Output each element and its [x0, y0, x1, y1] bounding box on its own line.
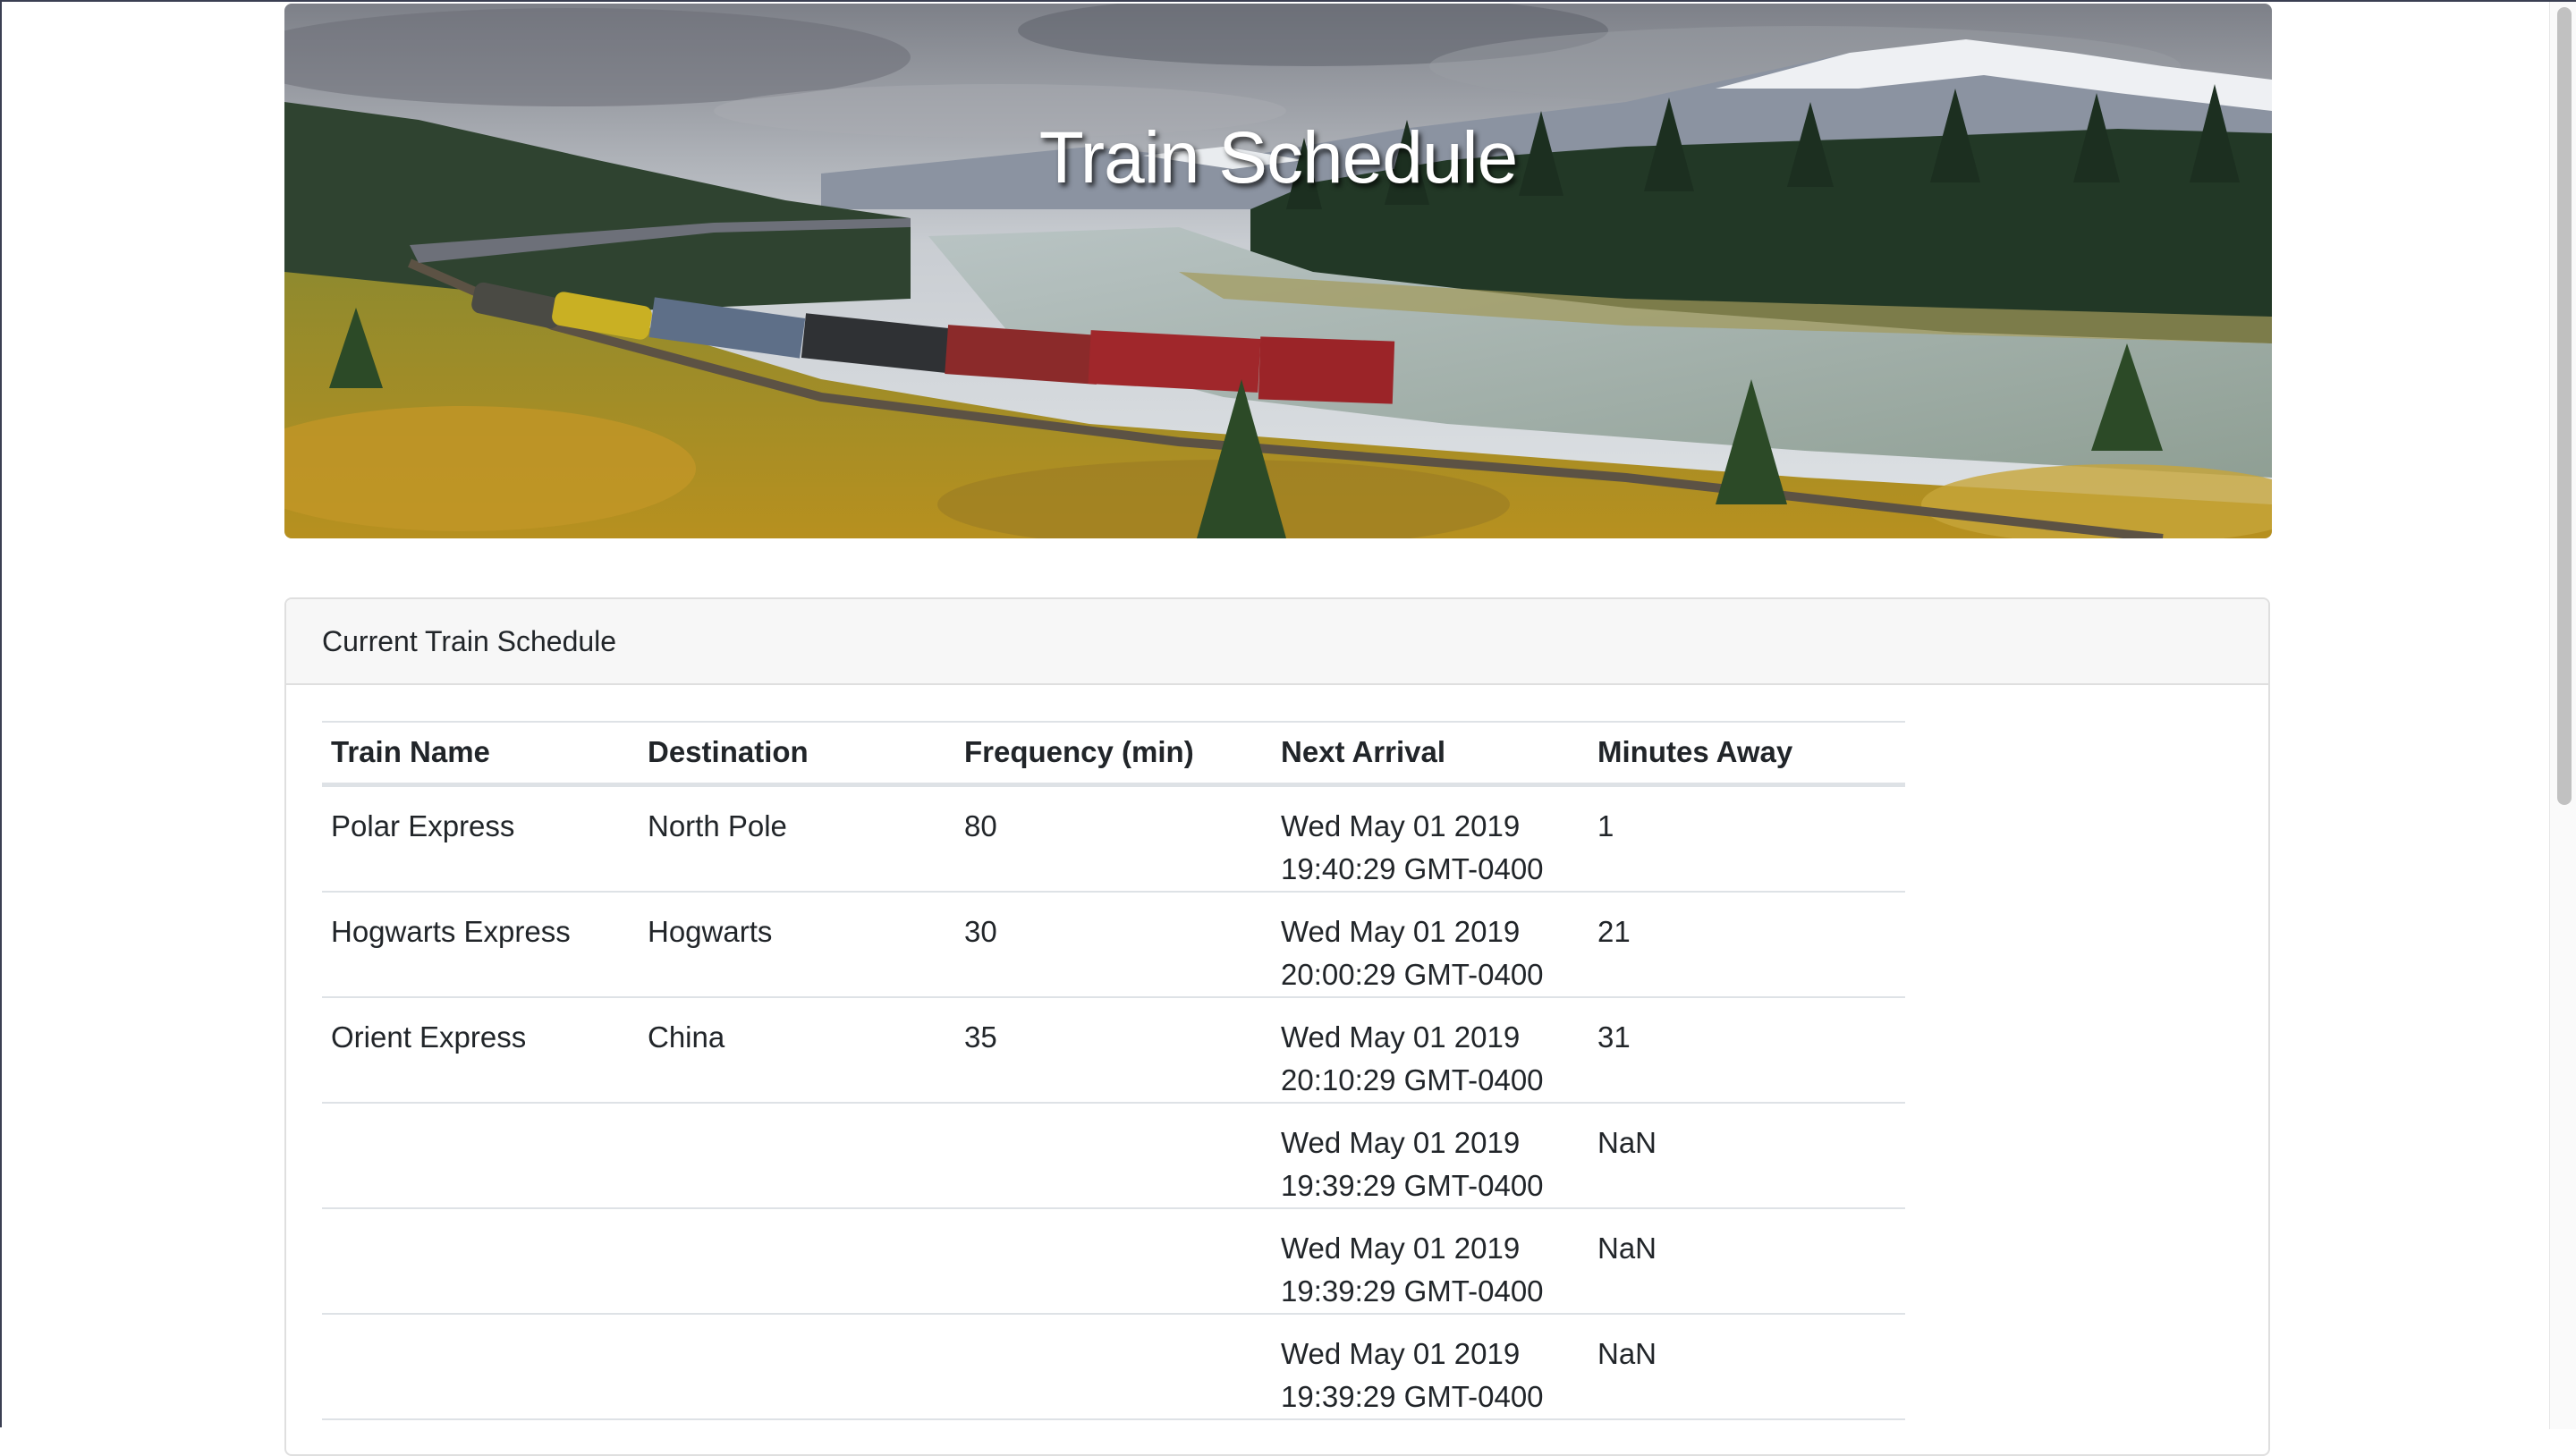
- arrival-time: 20:10:29 GMT-0400: [1281, 1062, 1544, 1096]
- column-header-next-arrival: Next Arrival: [1272, 721, 1589, 787]
- frequency-cell: [955, 1207, 1272, 1315]
- arrival-time: 20:00:29 GMT-0400: [1281, 957, 1544, 991]
- vertical-scrollbar[interactable]: [2549, 2, 2576, 1429]
- train-name-cell: [322, 1313, 639, 1420]
- table-row: Wed May 01 2019 19:39:29 GMT-0400 NaN: [322, 1102, 1905, 1209]
- train-name-cell: [322, 1102, 639, 1209]
- schedule-card: Current Train Schedule Train Name Destin…: [284, 597, 2270, 1456]
- browser-viewport: Train Schedule Current Train Schedule Tr…: [0, 0, 2576, 1456]
- next-arrival-cell: Wed May 01 2019 19:39:29 GMT-0400: [1272, 1313, 1589, 1420]
- arrival-date: Wed May 01 2019: [1281, 1336, 1521, 1370]
- table-header-row: Train Name Destination Frequency (min) N…: [322, 721, 1905, 787]
- train-name-cell: [322, 1207, 639, 1315]
- minutes-away-cell: NaN: [1589, 1313, 1905, 1420]
- destination-cell: North Pole: [639, 784, 955, 893]
- train-name-cell: Hogwarts Express: [322, 891, 639, 998]
- table-row: Wed May 01 2019 19:39:29 GMT-0400 NaN: [322, 1207, 1905, 1315]
- next-arrival-cell: Wed May 01 2019 20:10:29 GMT-0400: [1272, 996, 1589, 1104]
- page-title: Train Schedule: [1038, 117, 1519, 199]
- destination-cell: Hogwarts: [639, 891, 955, 998]
- train-name-cell: Polar Express: [322, 784, 639, 893]
- table-row: Polar Express North Pole 80 Wed May 01 2…: [322, 784, 1905, 893]
- arrival-date: Wed May 01 2019: [1281, 1020, 1521, 1054]
- train-schedule-table: Train Name Destination Frequency (min) N…: [322, 721, 1905, 1420]
- column-header-frequency: Frequency (min): [955, 721, 1272, 787]
- hero-image: [284, 4, 2272, 538]
- destination-cell: [639, 1313, 955, 1420]
- frequency-cell: 30: [955, 891, 1272, 998]
- destination-cell: [639, 1207, 955, 1315]
- train-name-cell: Orient Express: [322, 996, 639, 1104]
- minutes-away-cell: NaN: [1589, 1102, 1905, 1209]
- next-arrival-cell: Wed May 01 2019 19:39:29 GMT-0400: [1272, 1102, 1589, 1209]
- table-row: Wed May 01 2019 19:39:29 GMT-0400 NaN: [322, 1313, 1905, 1420]
- next-arrival-cell: Wed May 01 2019 20:00:29 GMT-0400: [1272, 891, 1589, 998]
- frequency-cell: 80: [955, 784, 1272, 893]
- arrival-time: 19:40:29 GMT-0400: [1281, 851, 1544, 885]
- card-header: Current Train Schedule: [286, 599, 2268, 685]
- next-arrival-cell: Wed May 01 2019 19:39:29 GMT-0400: [1272, 1207, 1589, 1315]
- arrival-date: Wed May 01 2019: [1281, 1231, 1521, 1265]
- minutes-away-cell: NaN: [1589, 1207, 1905, 1315]
- arrival-time: 19:39:29 GMT-0400: [1281, 1274, 1544, 1308]
- frequency-cell: [955, 1313, 1272, 1420]
- destination-cell: [639, 1102, 955, 1209]
- hero-banner: Train Schedule: [284, 4, 2272, 538]
- table-row: Orient Express China 35 Wed May 01 2019 …: [322, 996, 1905, 1104]
- minutes-away-cell: 31: [1589, 996, 1905, 1104]
- scrollbar-thumb[interactable]: [2557, 7, 2572, 805]
- minutes-away-cell: 1: [1589, 784, 1905, 893]
- table-row: Hogwarts Express Hogwarts 30 Wed May 01 …: [322, 891, 1905, 998]
- frequency-cell: 35: [955, 996, 1272, 1104]
- arrival-date: Wed May 01 2019: [1281, 1125, 1521, 1159]
- frequency-cell: [955, 1102, 1272, 1209]
- column-header-minutes-away: Minutes Away: [1589, 721, 1905, 787]
- destination-cell: China: [639, 996, 955, 1104]
- next-arrival-cell: Wed May 01 2019 19:40:29 GMT-0400: [1272, 784, 1589, 893]
- arrival-date: Wed May 01 2019: [1281, 808, 1521, 842]
- minutes-away-cell: 21: [1589, 891, 1905, 998]
- arrival-time: 19:39:29 GMT-0400: [1281, 1168, 1544, 1202]
- column-header-destination: Destination: [639, 721, 955, 787]
- arrival-date: Wed May 01 2019: [1281, 914, 1521, 948]
- column-header-train-name: Train Name: [322, 721, 639, 787]
- arrival-time: 19:39:29 GMT-0400: [1281, 1379, 1544, 1413]
